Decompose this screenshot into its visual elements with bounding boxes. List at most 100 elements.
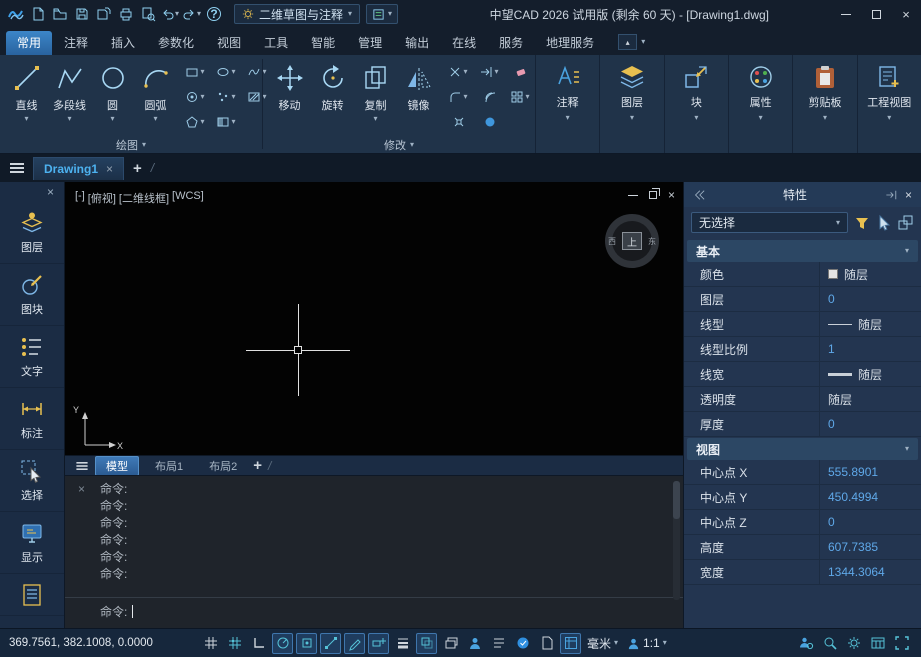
save-as-icon[interactable] xyxy=(94,4,114,24)
annotation-scale-control[interactable]: 1:1 ▾ xyxy=(624,636,670,650)
snap-mode-icon[interactable] xyxy=(200,633,221,654)
settings-gear-icon[interactable] xyxy=(843,633,864,654)
arc-tool-button[interactable]: 圆弧 ▾ xyxy=(135,59,176,136)
undo-icon[interactable]: ▾ xyxy=(160,4,180,24)
dropdown-arrow-icon[interactable]: ▾ xyxy=(110,115,114,123)
gradient-tool-button[interactable]: ▾ xyxy=(211,109,242,134)
engineering-view-panel-button[interactable]: 工程视图 ▾ xyxy=(857,55,921,153)
command-scrollbar[interactable] xyxy=(673,481,680,600)
circle-tool-button[interactable]: 圆 ▾ xyxy=(92,59,133,136)
point-tool-button[interactable]: ▾ xyxy=(211,84,242,109)
property-value[interactable]: 随层 xyxy=(820,366,921,383)
viewport-restore-icon[interactable] xyxy=(649,191,657,199)
quick-select-icon[interactable] xyxy=(854,215,870,231)
object-snap-tracking-icon[interactable] xyxy=(320,633,341,654)
array-tool-button[interactable]: ▾ xyxy=(505,84,536,109)
trim-tool-button[interactable]: ▾ xyxy=(443,59,474,84)
property-value[interactable]: 1344.3064 xyxy=(820,565,921,579)
window-maximize-button[interactable] xyxy=(861,0,891,28)
viewport-view-control[interactable]: [俯视] xyxy=(88,190,116,206)
command-input-line[interactable]: 命令: xyxy=(65,597,683,623)
viewport-menu-control[interactable]: [-] xyxy=(75,190,85,206)
fullscreen-icon[interactable] xyxy=(891,633,912,654)
window-close-button[interactable]: × xyxy=(891,0,921,28)
lineweight-display-icon[interactable] xyxy=(392,633,413,654)
offset-tool-button[interactable] xyxy=(474,84,505,109)
pickadd-toggle-icon[interactable] xyxy=(898,215,914,231)
tab-manage[interactable]: 管理 xyxy=(347,31,393,55)
property-value[interactable]: 607.7385 xyxy=(820,540,921,554)
dynamic-input-icon[interactable] xyxy=(368,633,389,654)
annotation-autoscale-icon[interactable] xyxy=(795,633,816,654)
tab-smart[interactable]: 智能 xyxy=(300,31,346,55)
new-layout-button[interactable]: + xyxy=(253,457,262,474)
tab-tools[interactable]: 工具 xyxy=(253,31,299,55)
workspace-selector[interactable]: 二维草图与注释 ▾ xyxy=(234,4,360,24)
save-icon[interactable] xyxy=(72,4,92,24)
panel-collapse-icon[interactable] xyxy=(693,189,705,201)
property-value[interactable]: 随层 xyxy=(820,316,921,333)
rectangle-tool-button[interactable]: ▾ xyxy=(180,59,211,84)
compass-up-face[interactable]: 上 xyxy=(622,232,642,250)
clipboard-panel-button[interactable]: 剪贴板 ▾ xyxy=(792,55,856,153)
quick-properties-icon[interactable] xyxy=(488,633,509,654)
grid-display-icon[interactable] xyxy=(224,633,245,654)
sidebar-item-partial[interactable] xyxy=(0,574,64,616)
dropdown-arrow-icon[interactable]: ▾ xyxy=(197,10,201,18)
section-view-header[interactable]: 视图 ▾ xyxy=(687,438,918,460)
move-tool-button[interactable]: 移动 xyxy=(269,59,310,136)
polar-tracking-icon[interactable] xyxy=(272,633,293,654)
dropdown-arrow-icon[interactable]: ▾ xyxy=(175,10,179,18)
polyline-tool-button[interactable]: 多段线 ▾ xyxy=(49,59,90,136)
command-panel-close-icon[interactable]: × xyxy=(78,482,85,496)
document-tab-close-icon[interactable]: × xyxy=(106,162,113,176)
tab-output[interactable]: 输出 xyxy=(394,31,440,55)
sidebar-item-text[interactable]: 文字 xyxy=(0,326,64,388)
sidebar-item-select[interactable]: 选择 xyxy=(0,450,64,512)
tab-insert[interactable]: 插入 xyxy=(100,31,146,55)
ribbon-display-toggle[interactable]: ▴ ▾ xyxy=(618,34,645,50)
selection-cycling-icon[interactable] xyxy=(440,633,461,654)
tab-online[interactable]: 在线 xyxy=(441,31,487,55)
view-navigation-compass[interactable]: 上 西 东 xyxy=(605,214,659,268)
dropdown-arrow-icon[interactable]: ▾ xyxy=(24,115,28,123)
viewport-visual-style-control[interactable]: [二维线框] xyxy=(119,190,169,206)
extend-tool-button[interactable]: ▾ xyxy=(474,59,505,84)
tab-layout2[interactable]: 布局2 xyxy=(199,457,247,475)
left-toolbar-close-icon[interactable]: × xyxy=(47,185,54,199)
dynamic-ucs-icon[interactable] xyxy=(344,633,365,654)
viewport-ucs-control[interactable]: [WCS] xyxy=(172,190,204,206)
section-basic-header[interactable]: 基本 ▾ xyxy=(687,240,918,262)
dropdown-arrow-icon[interactable]: ▾ xyxy=(67,115,71,123)
layers-panel-button[interactable]: 图层 ▾ xyxy=(599,55,663,153)
draw-panel-label[interactable]: 绘图 ▾ xyxy=(0,136,262,153)
tab-parametric[interactable]: 参数化 xyxy=(147,31,205,55)
tab-service[interactable]: 服务 xyxy=(488,31,534,55)
explode-tool-button[interactable] xyxy=(443,109,474,134)
property-value[interactable]: 0 xyxy=(820,417,921,431)
compass-east-label[interactable]: 东 xyxy=(648,236,656,247)
properties-close-icon[interactable]: × xyxy=(905,188,912,202)
app-logo-icon[interactable] xyxy=(6,4,26,24)
drawing-viewport[interactable]: [-] [俯视] [二维线框] [WCS] × 上 西 东 xyxy=(65,182,683,455)
command-scrollbar-thumb[interactable] xyxy=(673,481,680,519)
document-menu-icon[interactable] xyxy=(10,163,24,173)
sidebar-item-dimension[interactable]: 标注 xyxy=(0,388,64,450)
redo-icon[interactable]: ▾ xyxy=(182,4,202,24)
plot-preview-icon[interactable] xyxy=(138,4,158,24)
dropdown-arrow-icon[interactable]: ▾ xyxy=(373,115,377,123)
help-icon[interactable]: ? xyxy=(204,4,224,24)
property-value[interactable]: 随层 xyxy=(820,391,921,408)
dropdown-arrow-icon[interactable]: ▾ xyxy=(641,38,645,46)
document-tab-drawing1[interactable]: Drawing1 × xyxy=(33,157,124,180)
join-tool-button[interactable] xyxy=(474,109,505,134)
units-control[interactable]: 毫米 ▾ xyxy=(584,635,621,652)
auto-hide-pin-icon[interactable] xyxy=(885,189,898,201)
annotation-monitor-icon[interactable] xyxy=(512,633,533,654)
cursor-coordinates[interactable]: 369.7561, 382.1008, 0.0000 xyxy=(9,637,197,649)
tab-geoservice[interactable]: 地理服务 xyxy=(535,31,605,55)
property-value[interactable]: 555.8901 xyxy=(820,465,921,479)
window-minimize-button[interactable] xyxy=(831,0,861,28)
sidebar-item-blocks[interactable]: 图块 xyxy=(0,264,64,326)
rotate-tool-button[interactable]: 旋转 xyxy=(312,59,353,136)
